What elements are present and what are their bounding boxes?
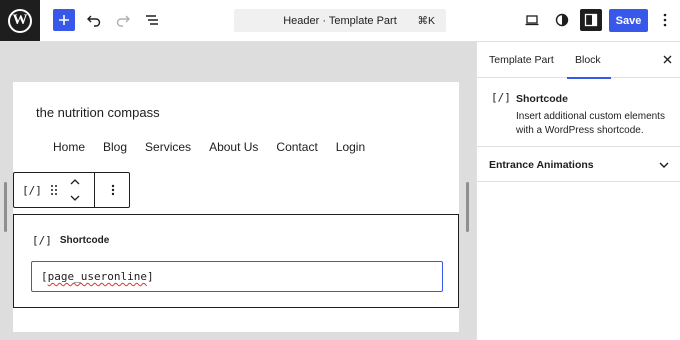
desktop-preview-icon	[525, 15, 539, 26]
toolbar-divider	[94, 173, 95, 207]
plus-icon	[59, 15, 69, 25]
block-options-icon	[111, 184, 115, 196]
style-contrast-icon	[555, 13, 569, 27]
template-part-frame: the nutrition compass Home Blog Services…	[13, 82, 459, 332]
tab-block[interactable]: Block	[567, 42, 611, 79]
shortcode-value: page_useronline	[47, 270, 147, 283]
styles-button[interactable]	[551, 9, 573, 31]
shortcode-icon[interactable]: [/]	[22, 173, 42, 207]
more-vertical-icon	[663, 13, 667, 27]
move-down-icon	[70, 195, 80, 201]
resize-handle-left[interactable]	[4, 182, 7, 232]
nav-item-blog[interactable]: Blog	[103, 140, 127, 154]
wordpress-logo-icon: W	[8, 8, 32, 33]
wordpress-logo-button[interactable]: W	[0, 0, 40, 41]
block-card-title: Shortcode	[516, 93, 568, 105]
drag-handle-icon	[51, 185, 57, 195]
shortcode-icon: [/]	[32, 234, 52, 247]
close-icon	[663, 55, 671, 63]
chevron-down-icon	[659, 162, 669, 168]
shortcode-close-bracket: ]	[146, 270, 154, 283]
settings-toggle-button[interactable]	[580, 9, 602, 31]
redo-icon	[116, 15, 130, 27]
shortcode-open-bracket: [	[41, 270, 48, 283]
move-up-button[interactable]	[68, 173, 82, 190]
list-view-icon	[146, 15, 158, 25]
settings-sidebar-icon	[584, 13, 598, 27]
shortcode-block-label: [/] Shortcode	[32, 234, 109, 247]
settings-sidebar: Template Part Block [/] Shortcode Insert…	[476, 42, 680, 340]
nav-item-contact[interactable]: Contact	[276, 140, 317, 154]
nav-item-home[interactable]: Home	[53, 140, 85, 154]
shortcode-input[interactable]: [page_useronline]	[31, 261, 443, 292]
navigation-block[interactable]: Home Blog Services About Us Contact Logi…	[53, 140, 383, 154]
add-block-button[interactable]	[53, 9, 75, 31]
block-options-button[interactable]	[102, 173, 124, 207]
undo-icon	[87, 15, 101, 27]
redo-button[interactable]	[112, 9, 134, 31]
list-view-button[interactable]	[141, 9, 163, 31]
keyboard-shortcut: ⌘K	[417, 14, 435, 27]
sidebar-tabs: Template Part Block	[477, 42, 680, 79]
move-down-button[interactable]	[68, 190, 82, 207]
undo-button[interactable]	[83, 9, 105, 31]
move-up-icon	[70, 179, 80, 185]
site-title[interactable]: the nutrition compass	[36, 105, 160, 120]
document-title: Header · Template Part	[283, 14, 397, 27]
close-sidebar-button[interactable]	[660, 52, 674, 66]
resize-handle-right[interactable]	[466, 182, 469, 232]
entrance-animations-panel[interactable]: Entrance Animations	[477, 148, 680, 182]
block-card-description: Insert additional custom elements with a…	[516, 111, 665, 136]
tab-template-part[interactable]: Template Part	[489, 42, 554, 78]
nav-item-about-us[interactable]: About Us	[209, 140, 258, 154]
save-button[interactable]: Save	[609, 9, 648, 32]
command-center[interactable]: Header · Template Part ⌘K	[234, 9, 446, 32]
preview-button[interactable]	[521, 9, 543, 31]
editor-header: W Header · Template Part ⌘K Save	[0, 0, 680, 42]
options-button[interactable]	[656, 9, 674, 31]
shortcode-block[interactable]: [/] Shortcode [page_useronline]	[13, 214, 459, 308]
nav-item-services[interactable]: Services	[145, 140, 191, 154]
shortcode-label-text: Shortcode	[59, 235, 110, 246]
block-card: [/] Shortcode Insert additional custom e…	[477, 79, 680, 147]
shortcode-icon: [/]	[491, 91, 511, 104]
panel-title: Entrance Animations	[489, 159, 594, 171]
nav-item-login[interactable]: Login	[336, 140, 365, 154]
block-toolbar: [/]	[13, 172, 130, 208]
editor-canvas: the nutrition compass Home Blog Services…	[0, 42, 476, 340]
drag-handle-button[interactable]	[48, 173, 60, 207]
